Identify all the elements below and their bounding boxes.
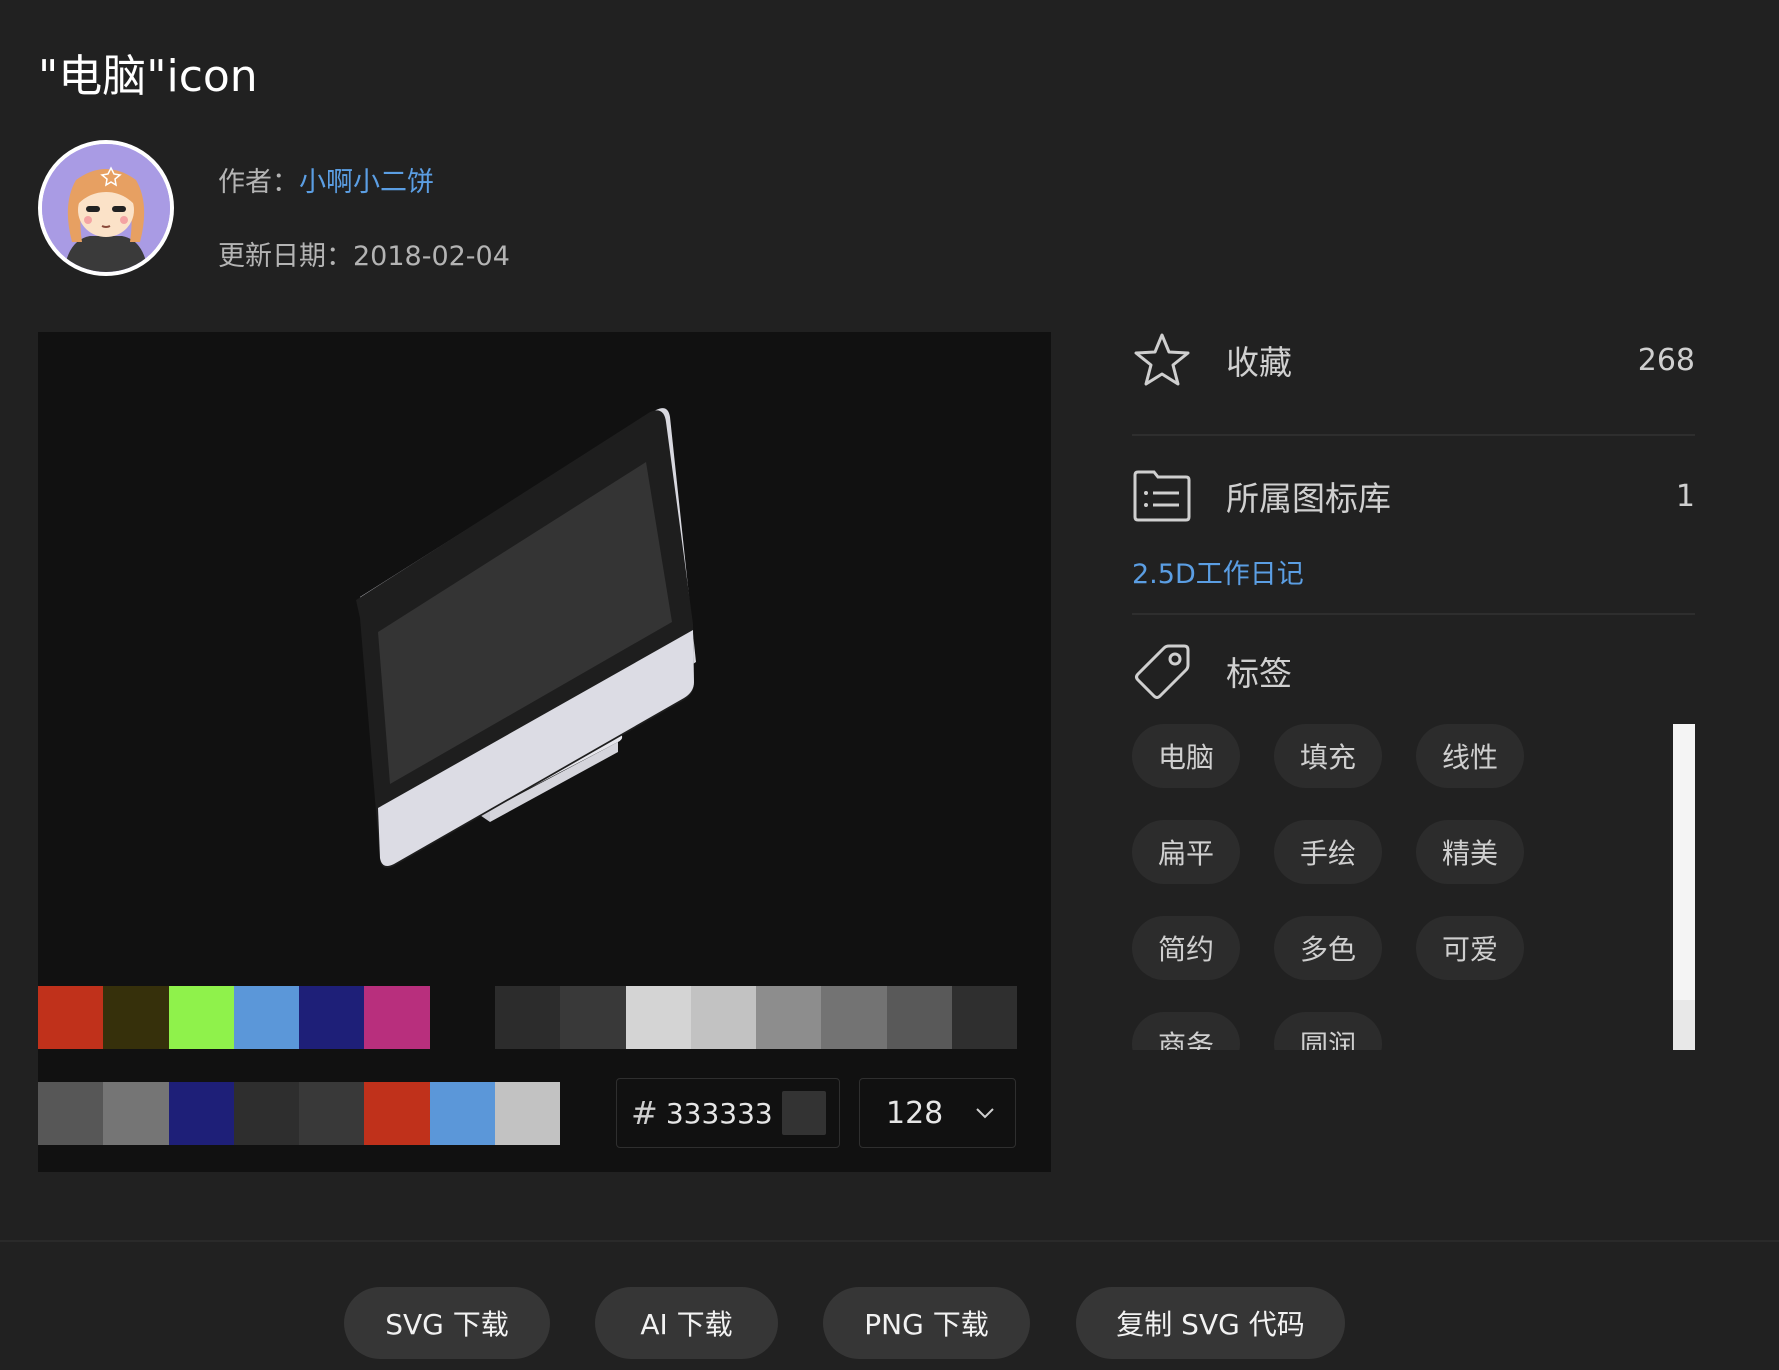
date-label: 更新日期：: [218, 241, 353, 272]
hash-symbol: #: [631, 1094, 658, 1132]
computer-icon-preview: [356, 408, 696, 868]
color-swatch[interactable]: [495, 1082, 561, 1145]
color-swatch[interactable]: [233, 1082, 300, 1145]
tag-chip[interactable]: 手绘: [1274, 820, 1382, 884]
author-line: 作者：小啊小二饼: [218, 160, 434, 199]
library-label: 所属图标库: [1226, 479, 1391, 518]
author-avatar[interactable]: [38, 140, 174, 276]
tag-chip[interactable]: 填充: [1274, 724, 1382, 788]
copy-svg-code-button[interactable]: 复制 SVG 代码: [1076, 1287, 1345, 1359]
png-download-button[interactable]: PNG 下载: [823, 1287, 1030, 1359]
color-swatch[interactable]: [299, 1082, 365, 1145]
date-value: 2018-02-04: [353, 241, 510, 272]
color-swatch[interactable]: [364, 1082, 430, 1145]
tag-chip[interactable]: 扁平: [1132, 820, 1240, 884]
tags-label: 标签: [1226, 654, 1292, 693]
tags-header-row: 标签: [1132, 641, 1695, 701]
color-swatch[interactable]: [38, 1082, 104, 1145]
library-count: 1: [1675, 478, 1695, 514]
tag-chip[interactable]: 可爱: [1416, 916, 1524, 980]
color-swatch[interactable]: [168, 986, 234, 1049]
size-value: 128: [886, 1095, 944, 1131]
hex-value[interactable]: 333333: [666, 1097, 776, 1130]
color-swatch[interactable]: [103, 986, 169, 1049]
favorite-count: 268: [1637, 342, 1695, 378]
star-icon[interactable]: [1132, 331, 1192, 389]
tag-icon: [1135, 644, 1190, 699]
palette-row-3: [38, 1082, 561, 1145]
color-swatch[interactable]: [495, 986, 561, 1049]
color-preview-swatch: [781, 1091, 826, 1135]
color-swatch[interactable]: [690, 986, 757, 1049]
chevron-down-icon: [976, 1108, 994, 1119]
color-swatch[interactable]: [233, 986, 300, 1049]
color-swatch[interactable]: [168, 1082, 234, 1145]
tag-chip[interactable]: 商务: [1132, 1012, 1240, 1050]
library-row: 所属图标库 1: [1132, 466, 1695, 526]
icon-preview-panel: # 333333 128: [38, 332, 1051, 1172]
update-date-line: 更新日期：2018-02-04: [218, 234, 510, 273]
download-bar: SVG 下载 AI 下载 PNG 下载 复制 SVG 代码: [0, 1240, 1779, 1370]
color-swatch[interactable]: [429, 1082, 496, 1145]
color-swatch[interactable]: [625, 986, 691, 1049]
color-swatch[interactable]: [299, 986, 365, 1049]
author-name-link[interactable]: 小啊小二饼: [299, 167, 434, 198]
tag-chip[interactable]: 线性: [1416, 724, 1524, 788]
tag-chip[interactable]: 精美: [1416, 820, 1524, 884]
color-swatch[interactable]: [560, 986, 626, 1049]
palette-row-2: [495, 986, 1018, 1049]
color-swatch[interactable]: [756, 986, 822, 1049]
scrollbar-thumb[interactable]: [1673, 724, 1695, 1000]
tags-list: 电脑 填充 线性扁平 手绘 精美简约 多色 可爱商务 圆润: [1132, 724, 1695, 1050]
tag-chip[interactable]: 多色: [1274, 916, 1382, 980]
color-hex-input[interactable]: # 333333: [616, 1078, 840, 1148]
avatar-illustration: [42, 144, 170, 272]
divider: [1132, 613, 1695, 615]
tag-chip[interactable]: 简约: [1132, 916, 1240, 980]
author-label: 作者：: [218, 167, 299, 198]
library-link[interactable]: 2.5D工作日记: [1132, 552, 1695, 591]
folder-list-icon: [1133, 470, 1191, 522]
color-swatch[interactable]: [952, 986, 1018, 1049]
favorite-label: 收藏: [1226, 343, 1292, 382]
tag-chip[interactable]: 圆润: [1274, 1012, 1382, 1050]
color-swatch[interactable]: [103, 1082, 169, 1145]
divider: [1132, 434, 1695, 436]
size-select[interactable]: 128: [859, 1078, 1016, 1148]
color-swatch[interactable]: [886, 986, 953, 1049]
ai-download-button[interactable]: AI 下载: [595, 1287, 778, 1359]
color-swatch[interactable]: [821, 986, 887, 1049]
favorite-row[interactable]: 收藏 268: [1132, 330, 1695, 390]
svg-download-button[interactable]: SVG 下载: [344, 1287, 550, 1359]
side-panel: 收藏 268 所属图标库 1 2.5D工作日记 标签: [1132, 330, 1695, 701]
color-swatch[interactable]: [364, 986, 430, 1049]
palette-row-1: [38, 986, 430, 1049]
color-swatch[interactable]: [38, 986, 104, 1049]
tag-chip[interactable]: 电脑: [1132, 724, 1240, 788]
tags-scrollbar[interactable]: [1673, 724, 1695, 1050]
page-title: "电脑"icon: [38, 51, 258, 102]
